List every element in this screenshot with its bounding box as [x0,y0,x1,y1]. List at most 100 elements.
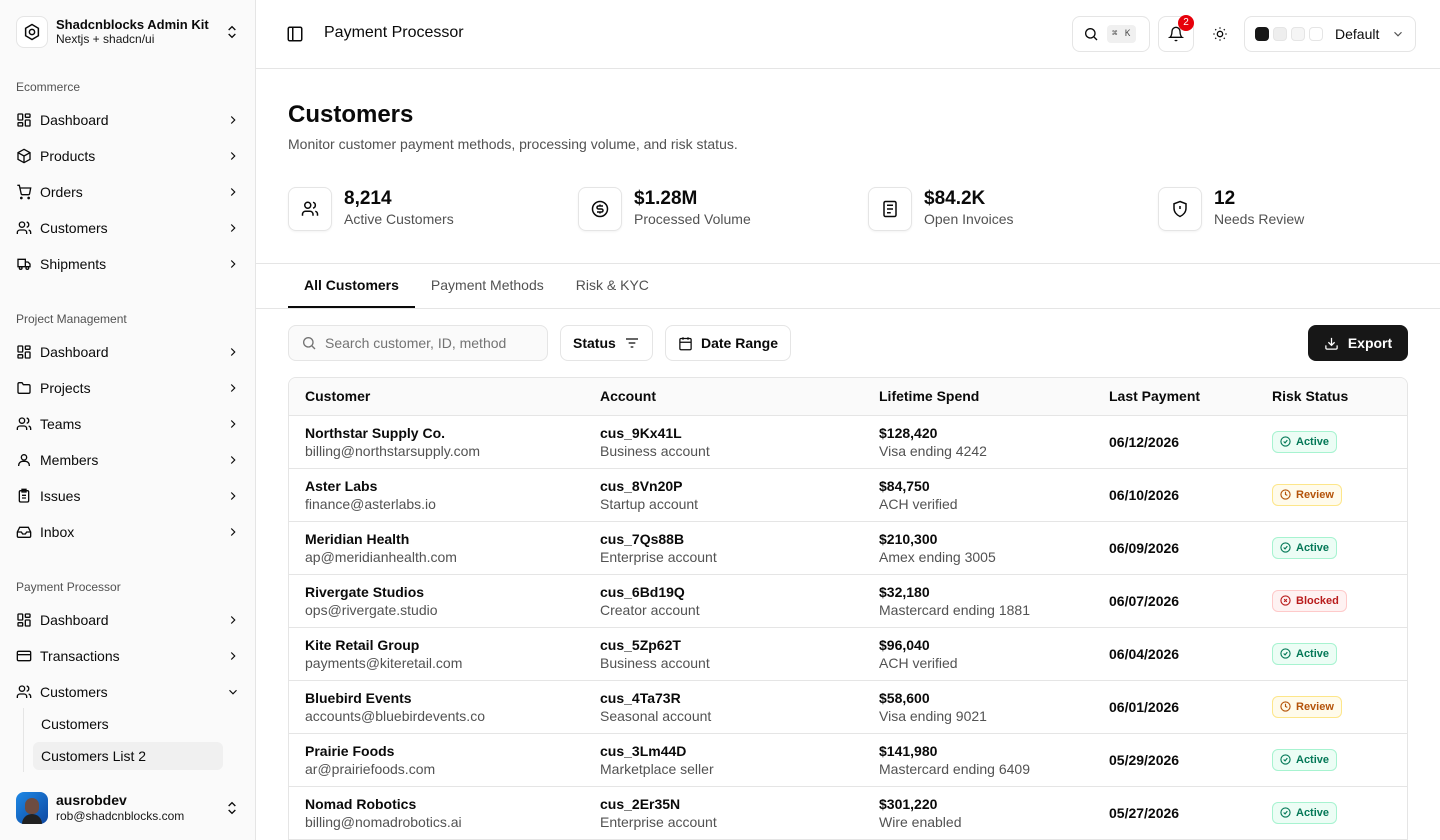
sidebar-item-issues[interactable]: Issues [8,480,248,512]
user-menu[interactable]: ausrobdev rob@shadcnblocks.com [8,784,248,832]
x-circle-icon [1280,595,1296,606]
stat-value: $1.28M [634,188,698,209]
sidebar-item-label: Products [40,148,96,164]
column-header-lifetime-spend[interactable]: Lifetime Spend [863,378,1093,416]
sidebar-item-orders[interactable]: Orders [8,176,248,208]
users-icon [16,417,32,430]
table-row[interactable]: Northstar Supply Co. billing@northstarsup… [289,415,1407,468]
tabs-divider [256,308,1440,309]
status-label: Active [1296,647,1330,660]
sidebar-item-shipments[interactable]: Shipments [8,248,248,280]
sidebar-item-products[interactable]: Products [8,140,248,172]
date-range-button[interactable]: Date Range [665,325,792,361]
tab-risk-kyc[interactable]: Risk & KYC [560,264,665,308]
status-filter-label: Status [573,335,616,351]
status-badge: Active [1272,801,1338,824]
tab-payment-methods[interactable]: Payment Methods [415,264,560,308]
status-label: Active [1296,806,1330,819]
sidebar-toggle-icon[interactable] [286,25,304,43]
sidebar-item-label: Teams [40,416,82,432]
theme-swatch [1291,27,1305,41]
sidebar-subitem-customers-list-2[interactable]: Customers List 2 [33,742,223,770]
status-label: Review [1296,488,1334,501]
payment-method: ACH verified [879,654,958,671]
lifetime-spend: $96,040 [879,636,930,653]
customer-name: Aster Labs [305,477,378,494]
table-row[interactable]: Prairie Foods ar@prairiefoods.com cus_3Lm… [289,733,1407,786]
table-row[interactable]: Meridian Health ap@meridianhealth.com cus… [289,521,1407,574]
last-payment-date: 06/01/2026 [1109,698,1180,715]
sidebar-item-ecommerce-customers[interactable]: Customers [8,212,248,244]
submenu-line [23,708,24,772]
table-row[interactable]: Aster Labs finance@asterlabs.io cus_8Vn20… [289,468,1407,521]
status-label: Blocked [1296,594,1339,607]
sidebar-item-inbox[interactable]: Inbox [8,516,248,548]
theme-select[interactable]: Default [1244,16,1416,52]
lifetime-spend: $141,980 [879,742,938,759]
customer-name: Meridian Health [305,530,410,547]
search-icon [1085,28,1098,41]
table-row[interactable]: Rivergate Studios ops@rivergate.studio cu… [289,574,1407,627]
truck-icon [17,258,31,270]
table-row[interactable]: Bluebird Events accounts@bluebirdevents.c… [289,680,1407,733]
export-button[interactable]: Export [1308,325,1408,361]
chevron-right-icon [230,188,236,196]
export-label: Export [1347,335,1393,351]
sidebar-item-teams[interactable]: Teams [8,408,248,440]
customer-name: Prairie Foods [305,742,395,759]
last-payment-date: 05/27/2026 [1109,804,1180,821]
payment-method: Amex ending 3005 [879,548,996,565]
sidebar-item-pp-dashboard[interactable]: Dashboard [8,604,248,636]
chevron-right-icon [230,224,236,232]
check-circle-icon [1280,648,1296,659]
sidebar-item-pp-customers[interactable]: Customers [8,676,248,708]
lifetime-spend: $84,750 [879,477,930,494]
command-search-button[interactable]: ⌘ K [1072,16,1150,52]
sidebar-item-label: Dashboard [40,344,109,360]
group-label-ecommerce: Ecommerce [16,80,81,94]
search-input[interactable] [325,335,525,351]
theme-toggle-button[interactable] [1202,16,1238,52]
sidebar-item-projects[interactable]: Projects [8,372,248,404]
customer-name: Rivergate Studios [305,583,425,600]
chevron-right-icon [230,616,236,624]
check-circle-icon [1280,436,1296,447]
sidebar-item-label: Customers [40,684,108,700]
column-header-last-payment[interactable]: Last Payment [1093,378,1256,416]
clock-icon [1280,489,1296,500]
sidebar-item-label: Shipments [40,256,107,272]
table-header-row: Customer Account Lifetime Spend Last Pay… [289,378,1407,416]
status-filter-button[interactable]: Status [560,325,653,361]
table-row[interactable]: Nomad Robotics billing@nomadrobotics.ai c… [289,786,1407,839]
column-header-customer[interactable]: Customer [289,378,584,416]
chevrons-up-down-icon [228,801,236,815]
dashboard-icon [17,345,31,359]
chevron-right-icon [230,420,236,428]
stat-card: $84.2K Open Invoices [868,187,1138,231]
table-row[interactable]: Kite Retail Group payments@kiteretail.com… [289,627,1407,680]
sidebar-item-ecommerce-dashboard[interactable]: Dashboard [8,104,248,136]
users-icon [288,187,332,231]
customer-email: ops@rivergate.studio [305,601,438,618]
customers-table: Customer Account Lifetime Spend Last Pay… [288,377,1408,840]
brand-logo-icon [16,16,48,48]
customer-email: payments@kiteretail.com [305,654,463,671]
chevrons-up-down-icon [228,25,236,39]
sidebar-item-pm-dashboard[interactable]: Dashboard [8,336,248,368]
column-header-risk-status[interactable]: Risk Status [1256,378,1407,416]
theme-swatch [1273,27,1287,41]
sidebar-subitem-customers[interactable]: Customers [33,710,223,738]
customer-id: cus_3Lm44D [600,742,687,759]
chevron-right-icon [230,384,236,392]
last-payment-date: 06/07/2026 [1109,592,1180,609]
brand-switcher[interactable]: Shadcnblocks Admin Kit Nextjs + shadcn/u… [8,8,248,56]
sidebar-item-members[interactable]: Members [8,444,248,476]
status-badge: Active [1272,642,1338,665]
sidebar-item-transactions[interactable]: Transactions [8,640,248,672]
column-header-account[interactable]: Account [584,378,863,416]
tab-all-customers[interactable]: All Customers [288,264,415,308]
users-icon [16,685,32,698]
dollar-circle-icon [578,187,622,231]
status-label: Active [1296,541,1330,554]
last-payment-date: 05/29/2026 [1109,751,1180,768]
